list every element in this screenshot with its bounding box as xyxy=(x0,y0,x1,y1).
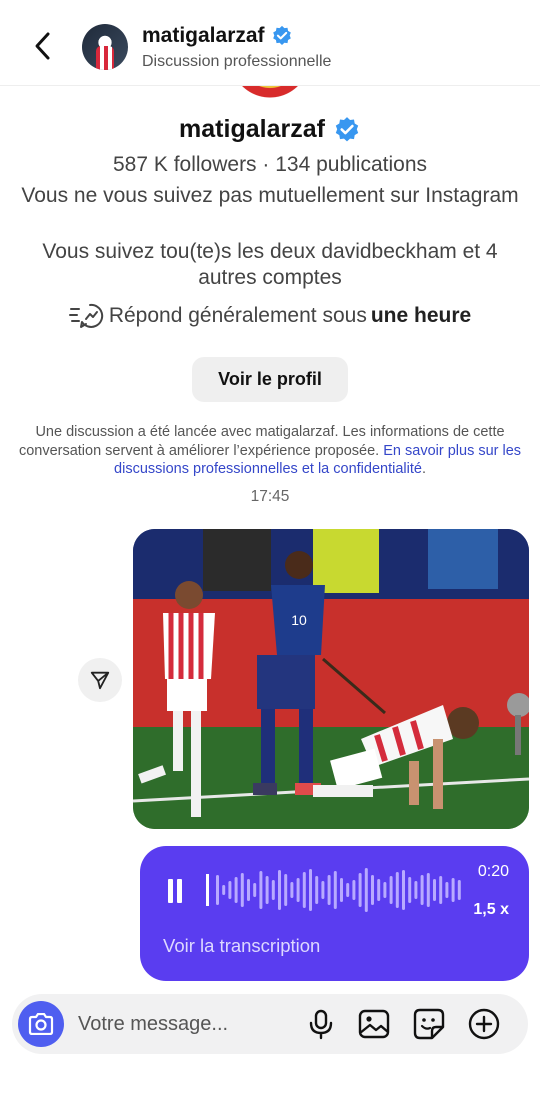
camera-icon xyxy=(28,1013,54,1035)
shared-follows: Vous suivez tou(te)s les deux davidbeckh… xyxy=(42,240,498,289)
chat-screen: matigalarzaf Discussion professionnelle … xyxy=(0,0,540,1098)
football-photo: 10 xyxy=(133,529,529,829)
waveform-bar xyxy=(395,872,399,908)
header-avatar[interactable] xyxy=(82,24,128,70)
waveform-bar xyxy=(340,878,343,902)
waveform-bar xyxy=(451,878,455,902)
profile-stats: 587 K followers · 134 publications xyxy=(112,153,427,176)
sticker-icon[interactable] xyxy=(412,1007,446,1041)
header-username[interactable]: matigalarzaf xyxy=(142,24,293,48)
waveform-bar xyxy=(284,874,288,906)
waveform-bar xyxy=(389,876,393,904)
waveform-bar xyxy=(265,876,269,904)
image-message[interactable]: 10 xyxy=(133,529,529,829)
gallery-icon[interactable] xyxy=(357,1007,391,1041)
voice-message[interactable]: 0:20 1,5 x Voir la transcription xyxy=(140,846,529,981)
waveform-bar xyxy=(302,872,306,908)
response-time-prefix: Répond généralement sous xyxy=(108,304,367,327)
waveform-bar xyxy=(426,873,430,907)
waveform-bar xyxy=(352,880,356,900)
waveform-bar xyxy=(445,882,449,898)
waveform-bar xyxy=(228,881,232,899)
waveform-playhead[interactable] xyxy=(206,874,209,906)
chat-header: matigalarzaf Discussion professionnelle xyxy=(0,0,540,86)
back-arrow-icon[interactable] xyxy=(28,28,60,64)
audio-waveform[interactable] xyxy=(204,860,464,920)
message-composer xyxy=(12,994,528,1054)
waveform-bar xyxy=(296,878,300,902)
voice-duration: 0:20 xyxy=(477,863,509,880)
response-time-value: une heure xyxy=(370,304,472,327)
quick-reply-icon xyxy=(68,303,103,328)
jersey-number: 10 xyxy=(291,612,307,628)
pause-icon[interactable] xyxy=(166,879,184,903)
waveform-bar xyxy=(309,869,312,911)
header-username-text: matigalarzaf xyxy=(142,24,265,47)
share-icon[interactable] xyxy=(78,658,122,702)
waveform-bar xyxy=(315,876,319,904)
waveform-bar xyxy=(371,875,374,905)
business-chat-disclaimer: Une discussion a été lancée avec matigal… xyxy=(8,423,532,479)
waveform-bar xyxy=(240,873,244,907)
waveform-bar xyxy=(457,880,461,900)
message-input[interactable] xyxy=(78,1008,288,1040)
waveform-bar xyxy=(358,873,362,907)
response-time: Répond généralement sous une heure xyxy=(0,302,540,330)
waveform-bar xyxy=(383,882,387,898)
waveform-bar xyxy=(327,875,331,905)
plus-icon[interactable] xyxy=(467,1007,501,1041)
waveform-bar xyxy=(420,875,424,905)
header-subtitle: Discussion professionnelle xyxy=(142,53,332,70)
waveform-bar xyxy=(278,870,281,910)
waveform-bar xyxy=(253,883,257,897)
waveform-bar xyxy=(247,879,250,901)
view-transcript-link[interactable]: Voir la transcription xyxy=(163,935,320,957)
profile-name: matigalarzaf xyxy=(0,115,540,144)
waveform-bar xyxy=(433,879,436,901)
waveform-bar xyxy=(271,880,275,900)
verified-badge-icon xyxy=(272,25,291,45)
waveform-bar xyxy=(259,871,263,909)
waveform-bar xyxy=(234,877,238,903)
waveform-bar xyxy=(364,868,368,912)
profile-name-text: matigalarzaf xyxy=(179,115,325,143)
verified-badge-icon xyxy=(335,116,359,141)
microphone-icon[interactable] xyxy=(304,1007,338,1041)
waveform-bar xyxy=(346,883,350,897)
playback-speed-button[interactable]: 1,5 x xyxy=(473,901,509,919)
waveform-bar xyxy=(222,885,226,895)
waveform-bar xyxy=(321,881,325,899)
waveform-bar xyxy=(402,870,405,910)
message-timestamp: 17:45 xyxy=(250,488,290,505)
waveform-bar xyxy=(290,882,294,898)
waveform-bar xyxy=(414,881,418,899)
disclaimer-end: . xyxy=(421,461,426,477)
waveform-bar xyxy=(439,876,443,904)
camera-button[interactable] xyxy=(18,1001,64,1047)
waveform-bar xyxy=(408,877,412,903)
view-profile-button[interactable]: Voir le profil xyxy=(192,357,348,402)
waveform-bar xyxy=(333,871,337,909)
waveform-bar xyxy=(216,875,219,905)
waveform-bar xyxy=(377,879,381,901)
mutual-follow-status: Vous ne vous suivez pas mutuellement sur… xyxy=(21,184,519,207)
